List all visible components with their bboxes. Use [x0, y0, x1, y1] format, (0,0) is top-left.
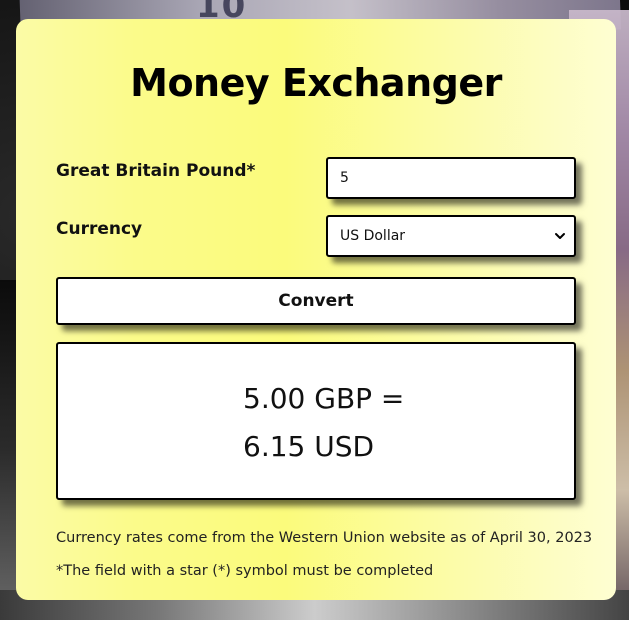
required-field-note: *The field with a star (*) symbol must b…	[56, 563, 434, 579]
amount-input[interactable]: 5	[326, 157, 576, 199]
amount-input-value: 5	[340, 170, 349, 186]
exchanger-card: Money Exchanger Great Britain Pound* 5 C…	[16, 19, 616, 600]
currency-label: Currency	[56, 219, 143, 239]
page-title: Money Exchanger	[130, 61, 502, 105]
rates-source-note: Currency rates come from the Western Uni…	[56, 530, 593, 546]
convert-button[interactable]: Convert	[56, 277, 576, 325]
result-from: 5.00 GBP =	[243, 382, 405, 415]
result-to: 6.15 USD	[243, 430, 375, 463]
currency-select-value: US Dollar	[340, 228, 406, 244]
chevron-down-icon	[555, 233, 565, 239]
amount-label: Great Britain Pound*	[56, 161, 256, 181]
currency-select[interactable]: US Dollar	[326, 215, 576, 257]
currency-row: Currency US Dollar	[56, 215, 576, 259]
result-panel: 5.00 GBP = 6.15 USD	[56, 342, 576, 500]
amount-row: Great Britain Pound* 5	[56, 157, 576, 201]
